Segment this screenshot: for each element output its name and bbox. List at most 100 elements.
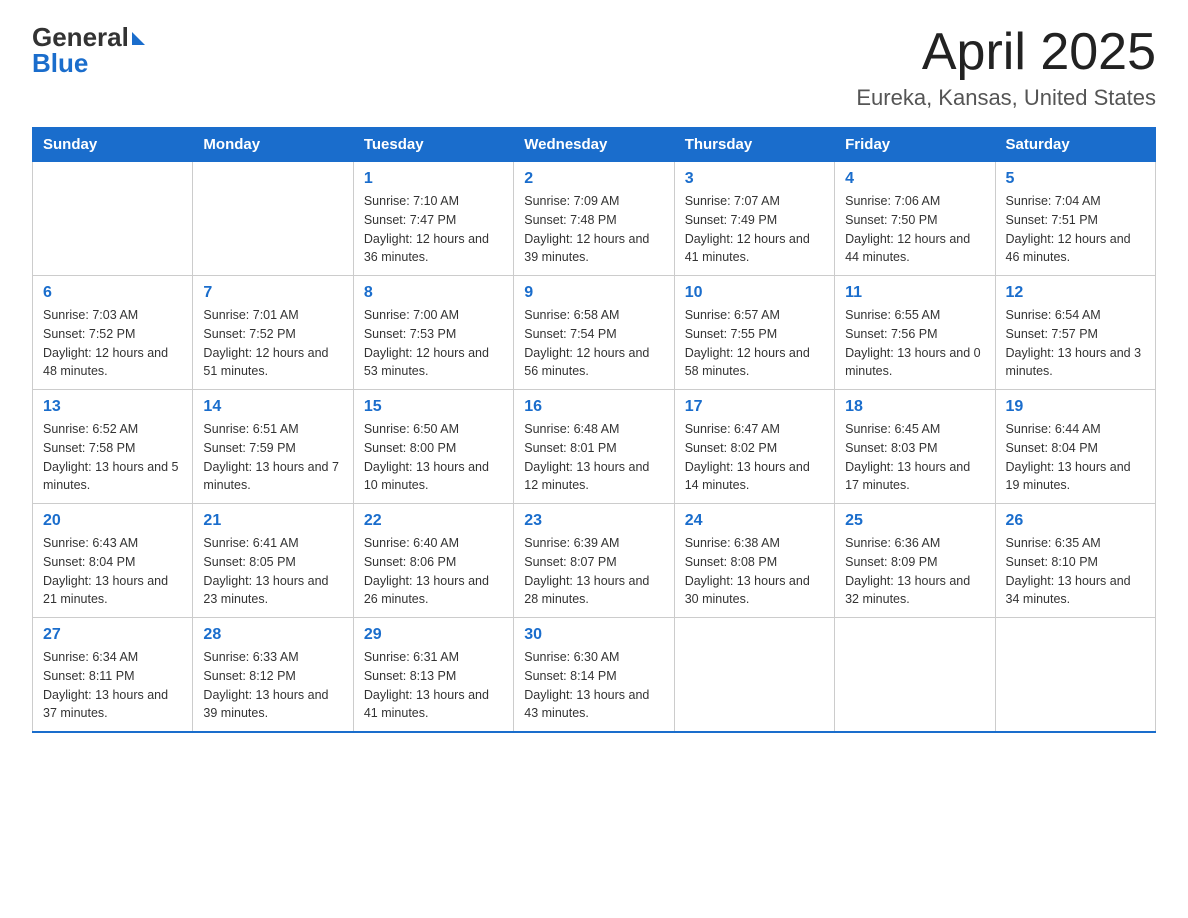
day-info: Sunrise: 6:44 AMSunset: 8:04 PMDaylight:… bbox=[1006, 420, 1145, 495]
calendar-cell bbox=[33, 162, 193, 276]
calendar-cell: 14 Sunrise: 6:51 AMSunset: 7:59 PMDayligh… bbox=[193, 390, 353, 504]
day-info: Sunrise: 6:33 AMSunset: 8:12 PMDaylight:… bbox=[203, 648, 342, 723]
day-number: 5 bbox=[1006, 170, 1145, 188]
day-info: Sunrise: 6:40 AMSunset: 8:06 PMDaylight:… bbox=[364, 534, 503, 609]
day-number: 1 bbox=[364, 170, 503, 188]
weekday-header-saturday: Saturday bbox=[995, 128, 1155, 162]
calendar-cell: 19 Sunrise: 6:44 AMSunset: 8:04 PMDayligh… bbox=[995, 390, 1155, 504]
weekday-header-row: SundayMondayTuesdayWednesdayThursdayFrid… bbox=[33, 128, 1156, 162]
calendar-cell: 13 Sunrise: 6:52 AMSunset: 7:58 PMDayligh… bbox=[33, 390, 193, 504]
day-info: Sunrise: 6:43 AMSunset: 8:04 PMDaylight:… bbox=[43, 534, 182, 609]
calendar-title: April 2025 bbox=[856, 24, 1156, 81]
day-info: Sunrise: 7:00 AMSunset: 7:53 PMDaylight:… bbox=[364, 306, 503, 381]
logo-blue-text: Blue bbox=[32, 50, 145, 76]
calendar-cell: 25 Sunrise: 6:36 AMSunset: 8:09 PMDayligh… bbox=[835, 504, 995, 618]
calendar-cell bbox=[674, 618, 834, 733]
day-number: 22 bbox=[364, 512, 503, 530]
logo-icon bbox=[132, 32, 145, 45]
day-info: Sunrise: 6:35 AMSunset: 8:10 PMDaylight:… bbox=[1006, 534, 1145, 609]
calendar-cell: 26 Sunrise: 6:35 AMSunset: 8:10 PMDayligh… bbox=[995, 504, 1155, 618]
day-number: 14 bbox=[203, 398, 342, 416]
day-number: 6 bbox=[43, 284, 182, 302]
weekday-header-thursday: Thursday bbox=[674, 128, 834, 162]
day-number: 26 bbox=[1006, 512, 1145, 530]
calendar-cell bbox=[995, 618, 1155, 733]
day-info: Sunrise: 7:03 AMSunset: 7:52 PMDaylight:… bbox=[43, 306, 182, 381]
day-number: 13 bbox=[43, 398, 182, 416]
day-info: Sunrise: 6:30 AMSunset: 8:14 PMDaylight:… bbox=[524, 648, 663, 723]
day-info: Sunrise: 6:34 AMSunset: 8:11 PMDaylight:… bbox=[43, 648, 182, 723]
day-info: Sunrise: 6:36 AMSunset: 8:09 PMDaylight:… bbox=[845, 534, 984, 609]
day-number: 7 bbox=[203, 284, 342, 302]
title-block: April 2025 Eureka, Kansas, United States bbox=[856, 24, 1156, 111]
calendar-week-row: 13 Sunrise: 6:52 AMSunset: 7:58 PMDayligh… bbox=[33, 390, 1156, 504]
day-info: Sunrise: 6:48 AMSunset: 8:01 PMDaylight:… bbox=[524, 420, 663, 495]
weekday-header-sunday: Sunday bbox=[33, 128, 193, 162]
day-number: 27 bbox=[43, 626, 182, 644]
day-info: Sunrise: 6:52 AMSunset: 7:58 PMDaylight:… bbox=[43, 420, 182, 495]
calendar-cell: 9Sunrise: 6:58 AMSunset: 7:54 PMDaylight… bbox=[514, 276, 674, 390]
calendar-cell: 18 Sunrise: 6:45 AMSunset: 8:03 PMDayligh… bbox=[835, 390, 995, 504]
weekday-header-wednesday: Wednesday bbox=[514, 128, 674, 162]
day-info: Sunrise: 6:45 AMSunset: 8:03 PMDaylight:… bbox=[845, 420, 984, 495]
calendar-cell: 24 Sunrise: 6:38 AMSunset: 8:08 PMDayligh… bbox=[674, 504, 834, 618]
calendar-cell: 12Sunrise: 6:54 AMSunset: 7:57 PMDayligh… bbox=[995, 276, 1155, 390]
calendar-cell: 2Sunrise: 7:09 AMSunset: 7:48 PMDaylight… bbox=[514, 162, 674, 276]
day-info: Sunrise: 6:31 AMSunset: 8:13 PMDaylight:… bbox=[364, 648, 503, 723]
day-info: Sunrise: 6:54 AMSunset: 7:57 PMDaylight:… bbox=[1006, 306, 1145, 381]
calendar-cell: 17Sunrise: 6:47 AMSunset: 8:02 PMDayligh… bbox=[674, 390, 834, 504]
calendar-week-row: 6 Sunrise: 7:03 AMSunset: 7:52 PMDaylight… bbox=[33, 276, 1156, 390]
calendar-cell: 30 Sunrise: 6:30 AMSunset: 8:14 PMDayligh… bbox=[514, 618, 674, 733]
calendar-week-row: 20 Sunrise: 6:43 AMSunset: 8:04 PMDayligh… bbox=[33, 504, 1156, 618]
day-number: 30 bbox=[524, 626, 663, 644]
calendar-cell: 15Sunrise: 6:50 AMSunset: 8:00 PMDayligh… bbox=[353, 390, 513, 504]
day-info: Sunrise: 6:57 AMSunset: 7:55 PMDaylight:… bbox=[685, 306, 824, 381]
calendar-cell: 3 Sunrise: 7:07 AMSunset: 7:49 PMDaylight… bbox=[674, 162, 834, 276]
calendar-cell: 23 Sunrise: 6:39 AMSunset: 8:07 PMDayligh… bbox=[514, 504, 674, 618]
day-number: 16 bbox=[524, 398, 663, 416]
day-info: Sunrise: 6:47 AMSunset: 8:02 PMDaylight:… bbox=[685, 420, 824, 495]
day-number: 4 bbox=[845, 170, 984, 188]
header: General Blue April 2025 Eureka, Kansas, … bbox=[32, 24, 1156, 111]
calendar-cell: 8 Sunrise: 7:00 AMSunset: 7:53 PMDaylight… bbox=[353, 276, 513, 390]
calendar-cell: 11 Sunrise: 6:55 AMSunset: 7:56 PMDayligh… bbox=[835, 276, 995, 390]
day-info: Sunrise: 6:55 AMSunset: 7:56 PMDaylight:… bbox=[845, 306, 984, 381]
calendar-cell: 20 Sunrise: 6:43 AMSunset: 8:04 PMDayligh… bbox=[33, 504, 193, 618]
day-info: Sunrise: 6:58 AMSunset: 7:54 PMDaylight:… bbox=[524, 306, 663, 381]
calendar-cell: 22 Sunrise: 6:40 AMSunset: 8:06 PMDayligh… bbox=[353, 504, 513, 618]
day-info: Sunrise: 7:04 AMSunset: 7:51 PMDaylight:… bbox=[1006, 192, 1145, 267]
weekday-header-tuesday: Tuesday bbox=[353, 128, 513, 162]
day-info: Sunrise: 7:01 AMSunset: 7:52 PMDaylight:… bbox=[203, 306, 342, 381]
calendar-cell: 10Sunrise: 6:57 AMSunset: 7:55 PMDayligh… bbox=[674, 276, 834, 390]
day-info: Sunrise: 6:39 AMSunset: 8:07 PMDaylight:… bbox=[524, 534, 663, 609]
calendar-cell bbox=[835, 618, 995, 733]
day-number: 21 bbox=[203, 512, 342, 530]
day-number: 8 bbox=[364, 284, 503, 302]
day-info: Sunrise: 6:50 AMSunset: 8:00 PMDaylight:… bbox=[364, 420, 503, 495]
calendar-cell: 5 Sunrise: 7:04 AMSunset: 7:51 PMDaylight… bbox=[995, 162, 1155, 276]
calendar-cell: 16 Sunrise: 6:48 AMSunset: 8:01 PMDayligh… bbox=[514, 390, 674, 504]
day-number: 18 bbox=[845, 398, 984, 416]
calendar-cell: 4 Sunrise: 7:06 AMSunset: 7:50 PMDaylight… bbox=[835, 162, 995, 276]
logo-general-text: General bbox=[32, 24, 129, 50]
day-number: 23 bbox=[524, 512, 663, 530]
day-number: 3 bbox=[685, 170, 824, 188]
day-info: Sunrise: 6:38 AMSunset: 8:08 PMDaylight:… bbox=[685, 534, 824, 609]
day-number: 2 bbox=[524, 170, 663, 188]
calendar-cell: 7 Sunrise: 7:01 AMSunset: 7:52 PMDaylight… bbox=[193, 276, 353, 390]
day-info: Sunrise: 7:07 AMSunset: 7:49 PMDaylight:… bbox=[685, 192, 824, 267]
day-number: 24 bbox=[685, 512, 824, 530]
day-info: Sunrise: 6:51 AMSunset: 7:59 PMDaylight:… bbox=[203, 420, 342, 495]
calendar-week-row: 27 Sunrise: 6:34 AMSunset: 8:11 PMDayligh… bbox=[33, 618, 1156, 733]
calendar-table: SundayMondayTuesdayWednesdayThursdayFrid… bbox=[32, 127, 1156, 733]
day-number: 19 bbox=[1006, 398, 1145, 416]
calendar-cell: 6 Sunrise: 7:03 AMSunset: 7:52 PMDaylight… bbox=[33, 276, 193, 390]
day-number: 28 bbox=[203, 626, 342, 644]
day-number: 11 bbox=[845, 284, 984, 302]
day-info: Sunrise: 7:06 AMSunset: 7:50 PMDaylight:… bbox=[845, 192, 984, 267]
day-number: 25 bbox=[845, 512, 984, 530]
calendar-cell: 1Sunrise: 7:10 AMSunset: 7:47 PMDaylight… bbox=[353, 162, 513, 276]
weekday-header-friday: Friday bbox=[835, 128, 995, 162]
day-number: 20 bbox=[43, 512, 182, 530]
calendar-week-row: 1Sunrise: 7:10 AMSunset: 7:47 PMDaylight… bbox=[33, 162, 1156, 276]
